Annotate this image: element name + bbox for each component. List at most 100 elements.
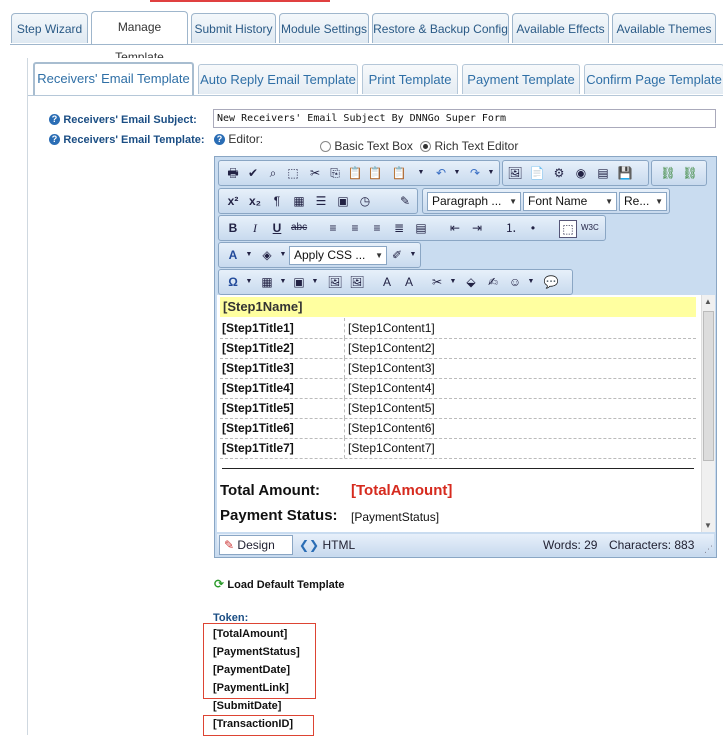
tab-manage-template[interactable]: Manage Template	[91, 11, 188, 64]
image-map-icon[interactable]: 🖼	[349, 274, 365, 290]
help-icon[interactable]: ?	[49, 114, 60, 126]
paragraph-select[interactable]: Paragraph ... ▼	[427, 192, 521, 211]
w3c-validate-icon[interactable]: W3C	[581, 220, 599, 236]
omega-symbol-icon[interactable]: Ω	[225, 274, 241, 290]
chevron-down-icon[interactable]: ▼	[483, 165, 499, 181]
copy-icon[interactable]: ⎘	[327, 165, 343, 181]
scroll-up-icon[interactable]: ▲	[704, 297, 712, 306]
chevron-down-icon[interactable]: ▼	[449, 165, 465, 181]
font-name-select[interactable]: Font Name ▼	[523, 192, 617, 211]
chevron-down-icon[interactable]: ▼	[523, 274, 539, 290]
align-left-icon[interactable]: ≡	[325, 220, 341, 236]
paragraph-mark-icon[interactable]: ¶	[269, 193, 285, 209]
paste-icon[interactable]: 📋	[347, 165, 363, 181]
tab-receivers-email-template[interactable]: Receivers' Email Template	[33, 62, 194, 96]
link-icon[interactable]: ⛓	[660, 165, 676, 181]
help-icon[interactable]: ?	[214, 134, 225, 146]
bold-icon[interactable]: B	[225, 220, 241, 236]
tab-print-template[interactable]: Print Template	[362, 64, 458, 94]
chevron-down-icon[interactable]: ▼	[413, 165, 429, 181]
format-painter-icon[interactable]: ✐	[389, 247, 405, 263]
document-manager-icon[interactable]: ✍	[485, 274, 501, 290]
help-icon[interactable]: ?	[49, 134, 60, 146]
subscript-icon[interactable]: x₂	[247, 193, 263, 209]
indent-icon[interactable]: ⇥	[469, 220, 485, 236]
highlight-color-icon[interactable]: ◈	[259, 247, 275, 263]
toggle-borders-icon[interactable]: ⬚	[559, 220, 577, 238]
chevron-down-icon[interactable]: ▼	[241, 247, 257, 263]
justify-none-icon[interactable]: ▤	[413, 220, 429, 236]
spellcheck-icon[interactable]: ✔	[245, 165, 261, 181]
apply-css-select[interactable]: Apply CSS ... ▼	[289, 246, 387, 265]
radio-basic-label: Basic Text Box	[334, 139, 413, 153]
chevron-down-icon[interactable]: ▼	[405, 247, 421, 263]
align-center-icon[interactable]: ≡	[347, 220, 363, 236]
tab-auto-reply-template[interactable]: Auto Reply Email Template	[198, 64, 358, 94]
superscript-icon[interactable]: x²	[225, 193, 241, 209]
underline-icon[interactable]: U	[269, 220, 285, 236]
chevron-down-icon[interactable]: ▼	[307, 274, 323, 290]
subject-input[interactable]: New Receivers' Email Subject By DNNGo Su…	[213, 109, 716, 128]
numbered-list-icon[interactable]: ⒈	[503, 220, 519, 236]
html-mode-button[interactable]: ❮❯ HTML	[299, 534, 355, 556]
format-stripper-icon[interactable]: ✎	[397, 193, 413, 209]
save-icon[interactable]: 💾	[617, 165, 633, 181]
smiley-icon[interactable]: ☺	[507, 274, 523, 290]
template-icon[interactable]: ▤	[595, 165, 611, 181]
tab-step-wizard[interactable]: Step Wizard	[11, 13, 88, 43]
module-manager-icon[interactable]: ⬙	[463, 274, 479, 290]
about-icon[interactable]: 💬	[543, 274, 559, 290]
strikethrough-icon[interactable]: abc	[291, 220, 307, 236]
image-icon[interactable]: 🖼	[507, 165, 523, 181]
print-icon[interactable]: 🖶	[225, 165, 241, 181]
undo-icon[interactable]: ↶	[433, 165, 449, 181]
justify-icon[interactable]: ≣	[391, 220, 407, 236]
row-title: [Step1Title3]	[222, 361, 294, 375]
horizontal-rule-icon[interactable]: ☰	[313, 193, 329, 209]
outdent-icon[interactable]: ⇤	[447, 220, 463, 236]
editor-content[interactable]: [Step1Name] [Step1Title1] [Step1Content1]…	[217, 295, 701, 532]
radio-basic-text-box[interactable]	[320, 141, 331, 153]
insert-table-icon[interactable]: ▣	[335, 193, 351, 209]
radio-rich-text-editor[interactable]	[420, 141, 432, 153]
italic-icon[interactable]: I	[247, 220, 263, 236]
redo-icon[interactable]: ↷	[467, 165, 483, 181]
media-icon[interactable]: ◉	[573, 165, 589, 181]
document-icon[interactable]: 📄	[529, 165, 545, 181]
cut-icon[interactable]: ✂	[307, 165, 323, 181]
tab-submit-history[interactable]: Submit History	[191, 13, 276, 43]
select-all-icon[interactable]: ⬚	[285, 165, 301, 181]
paste-special-icon[interactable]: 📋	[367, 165, 383, 181]
design-mode-button[interactable]: ✎ Design	[219, 535, 293, 555]
tab-available-effects[interactable]: Available Effects	[512, 13, 609, 43]
clock-icon[interactable]: ◷	[357, 193, 373, 209]
flash-icon[interactable]: ⚙	[551, 165, 567, 181]
image-manager-icon[interactable]: 🖼	[327, 274, 343, 290]
snippet-icon[interactable]: ▣	[291, 274, 307, 290]
scroll-down-icon[interactable]: ▼	[704, 521, 712, 530]
spell-check-b-icon[interactable]: A	[401, 274, 417, 290]
load-default-template-link[interactable]: ⟳ Load Default Template	[214, 577, 345, 591]
insert-form-icon[interactable]: ▦	[291, 193, 307, 209]
bullet-list-icon[interactable]: •	[525, 220, 541, 236]
scroll-thumb[interactable]	[703, 311, 714, 461]
chevron-down-icon[interactable]: ▼	[275, 274, 291, 290]
tab-module-settings[interactable]: Module Settings	[279, 13, 369, 43]
editor-scrollbar[interactable]: ▲ ▼	[701, 295, 715, 532]
chevron-down-icon[interactable]: ▼	[445, 274, 461, 290]
tools-icon[interactable]: ✂	[429, 274, 445, 290]
font-size-select[interactable]: Re... ▼	[619, 192, 667, 211]
resize-grip-icon[interactable]: ⋰	[704, 538, 713, 560]
tab-restore-backup[interactable]: Restore & Backup Config	[372, 13, 509, 43]
paste-options-icon[interactable]: 📋	[391, 165, 407, 181]
unlink-icon[interactable]: ⛓	[682, 165, 698, 181]
chevron-down-icon[interactable]: ▼	[241, 274, 257, 290]
table-icon[interactable]: ▦	[259, 274, 275, 290]
font-color-icon[interactable]: A	[225, 247, 241, 263]
tab-payment-template[interactable]: Payment Template	[462, 64, 580, 94]
find-icon[interactable]: ⌕	[265, 165, 281, 181]
align-right-icon[interactable]: ≡	[369, 220, 385, 236]
tab-confirm-page-template[interactable]: Confirm Page Template	[584, 64, 723, 94]
spell-check-a-icon[interactable]: A	[379, 274, 395, 290]
tab-available-themes[interactable]: Available Themes	[612, 13, 716, 43]
